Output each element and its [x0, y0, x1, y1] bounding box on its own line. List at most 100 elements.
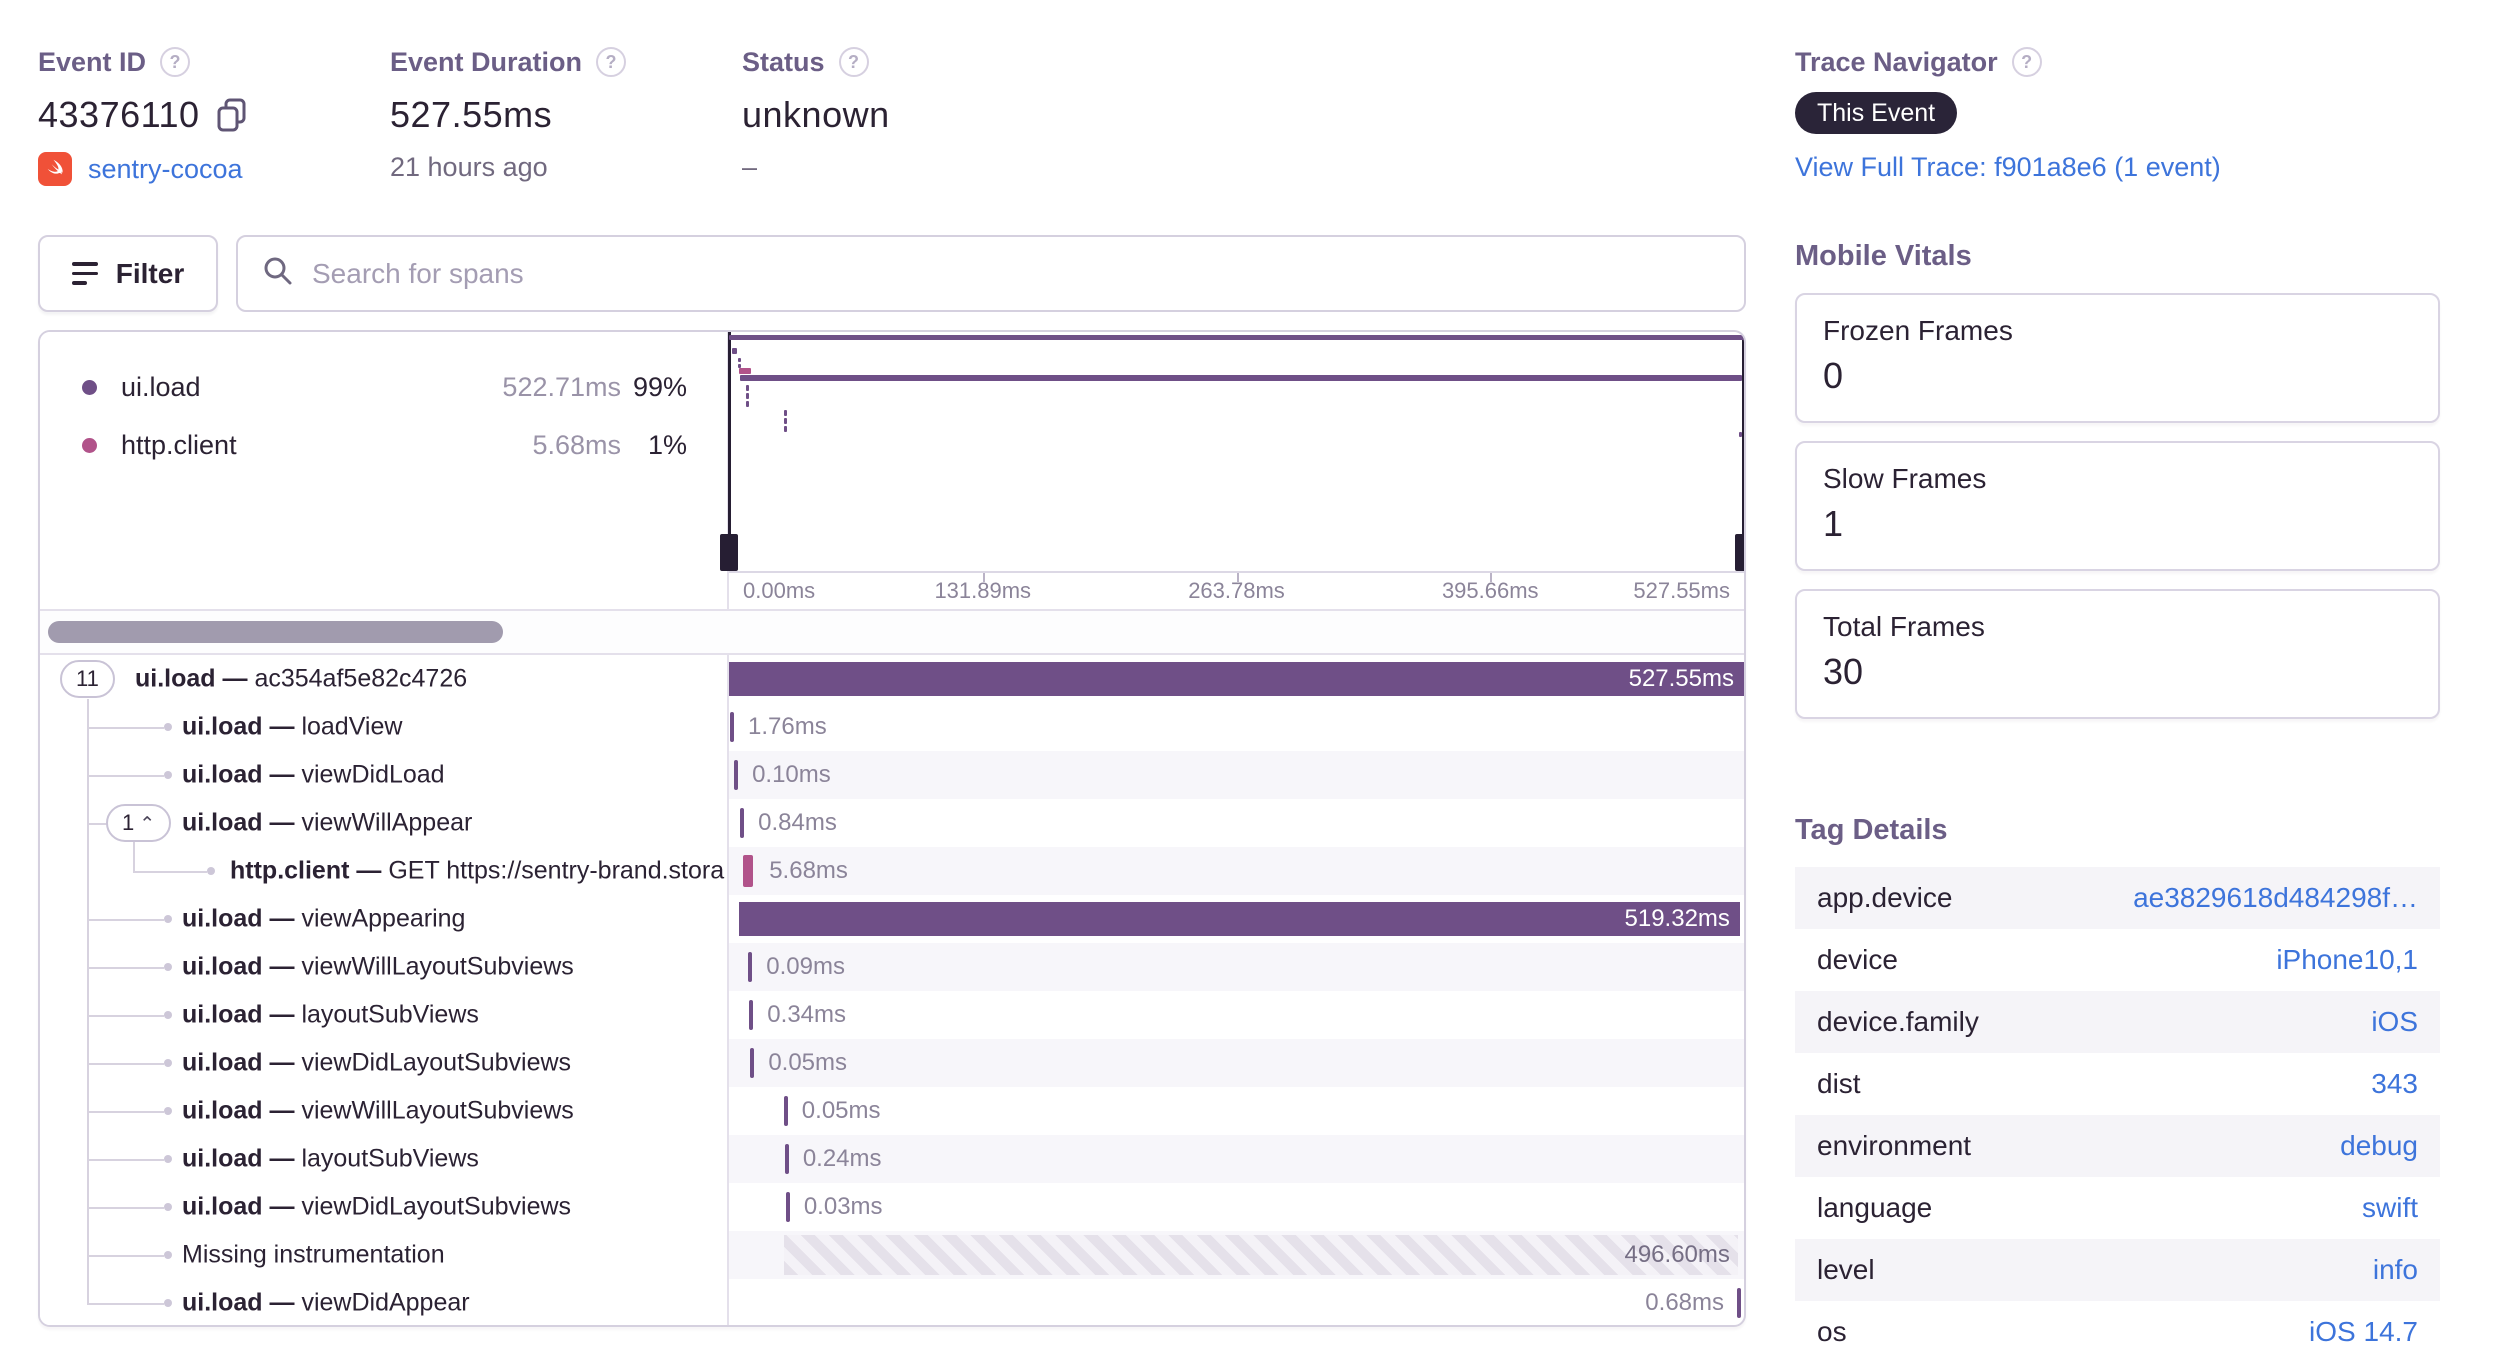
span-duration-bar: 527.55ms [729, 662, 1744, 696]
legend-percent: 1% [647, 429, 687, 460]
legend-item[interactable]: http.client 5.68ms 1% [40, 416, 727, 474]
span-children-count: 11 [76, 666, 99, 691]
tag-key: os [1817, 1316, 1847, 1347]
tag-row: environment debug [1795, 1115, 2440, 1177]
span-duration-tick [785, 1192, 790, 1222]
tree-connector-line [87, 1207, 164, 1209]
span-description: ui.load — viewDidLoad [182, 760, 445, 789]
span-row[interactable]: ui.load — loadView 1.76ms [40, 703, 1744, 751]
axis-tick [1236, 573, 1239, 582]
span-row[interactable]: ui.load — viewWillLayoutSubviews 0.05ms [40, 1087, 1744, 1135]
span-search-input[interactable] [312, 257, 1720, 290]
minimap-panel: 0.00ms 131.89ms 263.78ms 395.66ms 527.55ms [720, 332, 1744, 609]
span-children-count-pill[interactable]: 1 ⌃ [106, 804, 172, 842]
tag-row: device iPhone10,1 [1795, 929, 2440, 991]
span-tree-cell: ui.load — viewWillLayoutSubviews [40, 1087, 729, 1135]
help-icon[interactable]: ? [160, 47, 191, 77]
span-row[interactable]: ui.load — viewDidLayoutSubviews 0.05ms [40, 1039, 1744, 1087]
project-link[interactable]: sentry-cocoa [88, 154, 243, 185]
span-duration-tick [743, 855, 754, 887]
vital-card: Slow Frames 1 [1795, 441, 2440, 571]
filter-icon [71, 262, 98, 285]
span-tree-cell: ui.load — viewAppearing [40, 895, 729, 943]
span-description: ui.load — ac354af5e82c4726 [135, 664, 468, 693]
span-waterfall-cell: 0.10ms [729, 751, 1744, 799]
help-icon[interactable]: ? [838, 47, 869, 77]
span-row[interactable]: ui.load — layoutSubViews 0.34ms [40, 991, 1744, 1039]
tree-connector-line [87, 1159, 164, 1161]
search-icon [262, 255, 294, 292]
view-full-trace-link[interactable]: View Full Trace: f901a8e6 (1 event) [1795, 152, 2221, 183]
minimap-span-mark [732, 348, 737, 354]
help-icon[interactable]: ? [596, 47, 627, 77]
axis-tick [1490, 573, 1493, 582]
tag-details-heading: Tag Details [1795, 814, 1948, 846]
trace-navigator-label: Trace Navigator [1795, 46, 1998, 77]
filter-button[interactable]: Filter [38, 235, 218, 312]
span-tree-cell: http.client — GET https://sentry-brand.s… [40, 847, 729, 895]
axis-tick [982, 573, 985, 582]
minimap-span-mark [746, 401, 749, 407]
status-value: unknown [742, 94, 890, 135]
span-row[interactable]: 11 ui.load — ac354af5e82c4726 527.55ms [40, 655, 1744, 703]
event-duration-section: Event Duration ? 527.55ms 21 hours ago [390, 44, 627, 183]
span-duration-label: 0.68ms [1645, 1289, 1724, 1316]
legend-op-name: ui.load [121, 371, 201, 402]
span-row[interactable]: ui.load — viewDidAppear 0.68ms [40, 1279, 1744, 1325]
tree-scrollbar-thumb[interactable] [48, 621, 503, 643]
axis-tick-label: 527.55ms [1633, 578, 1730, 603]
tag-value-link[interactable]: info [2373, 1254, 2418, 1286]
event-age: 21 hours ago [390, 152, 548, 182]
span-duration-label: 0.34ms [767, 1001, 846, 1028]
tree-connector-line [87, 1015, 164, 1017]
tag-value-link[interactable]: iPhone10,1 [2276, 944, 2418, 976]
span-waterfall-cell: 0.84ms [729, 799, 1744, 847]
span-row[interactable]: ui.load — viewDidLoad 0.10ms [40, 751, 1744, 799]
span-duration-label: 519.32ms [1624, 905, 1730, 932]
span-row[interactable]: Missing instrumentation 496.60ms [40, 1231, 1744, 1279]
tree-guide-line [133, 842, 135, 873]
tree-connector-dot [164, 1107, 172, 1115]
legend-item[interactable]: ui.load 522.71ms 99% [40, 358, 727, 416]
span-tree-cell: ui.load — viewDidLoad [40, 751, 729, 799]
span-row[interactable]: ui.load — viewDidLayoutSubviews 0.03ms [40, 1183, 1744, 1231]
span-waterfall-cell: 0.34ms [729, 991, 1744, 1039]
span-legend-panel: ui.load 522.71ms 99% http.client 5.68ms 1% [40, 332, 729, 609]
span-tree-cell: ui.load — viewDidLayoutSubviews [40, 1039, 729, 1087]
tag-key: device [1817, 944, 1898, 975]
span-duration-tick [783, 1096, 788, 1126]
span-description: Missing instrumentation [182, 1240, 445, 1269]
tree-connector-dot [164, 1059, 172, 1067]
tag-value-link[interactable]: 343 [2371, 1068, 2418, 1100]
tag-value-link[interactable]: ae3829618d484298f… [2133, 882, 2418, 914]
span-row[interactable]: http.client — GET https://sentry-brand.s… [40, 847, 1744, 895]
tree-connector-dot [164, 1155, 172, 1163]
span-waterfall-cell: 496.60ms [729, 1231, 1744, 1279]
span-children-count-pill[interactable]: 11 [60, 660, 115, 698]
help-icon[interactable]: ? [2011, 47, 2042, 77]
tag-value-link[interactable]: debug [2340, 1130, 2418, 1162]
span-row[interactable]: ui.load — layoutSubViews 0.24ms [40, 1135, 1744, 1183]
vital-label: Slow Frames [1823, 463, 1987, 494]
tag-value-link[interactable]: iOS [2371, 1006, 2418, 1038]
span-row[interactable]: 1 ⌃ ui.load — viewWillAppear 0.84ms [40, 799, 1744, 847]
minimap-left-handle-grip[interactable] [720, 534, 738, 571]
span-row[interactable]: ui.load — viewWillLayoutSubviews 0.09ms [40, 943, 1744, 991]
tree-connector-line [87, 1255, 164, 1257]
event-duration-label: Event Duration [390, 46, 583, 77]
tag-key: app.device [1817, 882, 1953, 913]
copy-icon[interactable] [216, 97, 248, 133]
tag-value-link[interactable]: iOS 14.7 [2309, 1316, 2418, 1348]
tag-details-table: app.device ae3829618d484298f… device iPhone… [1795, 867, 2440, 1363]
span-duration-tick [1737, 1288, 1741, 1318]
legend-color-dot [82, 437, 97, 453]
span-waterfall-cell: 519.32ms [729, 895, 1744, 943]
span-row[interactable]: ui.load — viewAppearing 519.32ms [40, 895, 1744, 943]
tag-value-link[interactable]: swift [2362, 1192, 2418, 1224]
span-waterfall-cell: 1.76ms [729, 703, 1744, 751]
trace-minimap[interactable] [720, 332, 1744, 571]
tag-key: environment [1817, 1130, 1972, 1161]
minimap-right-handle-grip[interactable] [1735, 534, 1744, 571]
span-duration-label: 0.84ms [758, 809, 837, 836]
tree-connector-line [87, 1303, 164, 1305]
